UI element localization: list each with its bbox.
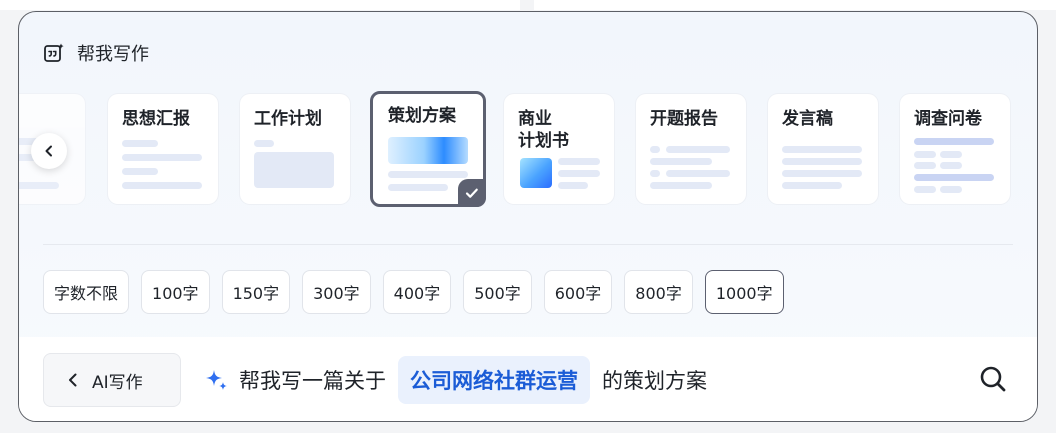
back-button-label: AI写作 [92, 372, 143, 393]
template-card-speech[interactable]: 发言稿 [768, 94, 878, 204]
prompt-bar: AI写作 帮我写一篇关于 公司网络社群运营 的策划方案 [19, 337, 1037, 421]
word-count-150[interactable]: 150字 [221, 270, 291, 314]
prompt-suffix: 的策划方案 [602, 369, 707, 393]
template-label: 策划方案 [388, 106, 456, 126]
section-divider [43, 244, 1013, 245]
topic-input[interactable]: 公司网络社群运营 [398, 356, 590, 404]
panel-title: 帮我写作 [77, 44, 149, 65]
prompt-text: 帮我写一篇关于 公司网络社群运营 的策划方案 [203, 353, 707, 407]
carousel-prev-button[interactable] [31, 133, 67, 169]
search-icon[interactable] [979, 365, 1007, 393]
background-strip [0, 0, 520, 10]
template-card-thought-report[interactable]: 思想汇报 [108, 94, 218, 204]
writing-quote-icon [44, 43, 64, 62]
chevron-left-icon [45, 145, 52, 157]
word-count-options: 字数不限 100字 150字 300字 400字 500字 600字 800字 … [43, 270, 796, 314]
chevron-left-icon [69, 373, 77, 387]
template-label: 工作计划 [254, 109, 322, 129]
selected-badge [458, 179, 486, 207]
ai-writing-back-button[interactable]: AI写作 [43, 353, 181, 407]
background-strip [534, 0, 1056, 10]
template-card-planning-proposal[interactable]: 策划方案 [370, 91, 486, 207]
writing-assistant-panel: 帮我写作 思想汇报 工作计划 策划方案 商业 计划书 开题报告 发言稿 调查问卷… [18, 11, 1038, 422]
template-card-survey[interactable]: 调查问卷 [900, 94, 1010, 204]
template-label: 商业 计划书 [518, 109, 569, 151]
word-count-400[interactable]: 400字 [382, 270, 452, 314]
template-label: 开题报告 [650, 109, 718, 129]
template-label: 思想汇报 [122, 109, 190, 129]
panel-header: 帮我写作 [43, 40, 149, 66]
word-count-unlimited[interactable]: 字数不限 [43, 270, 130, 314]
word-count-300[interactable]: 300字 [302, 270, 371, 314]
word-count-500[interactable]: 500字 [463, 270, 532, 314]
check-icon [465, 188, 478, 198]
prompt-prefix: 帮我写一篇关于 [239, 369, 386, 393]
sparkle-icon [206, 370, 227, 390]
word-count-800[interactable]: 800字 [624, 270, 693, 314]
word-count-600[interactable]: 600字 [543, 270, 613, 314]
template-card-proposal-report[interactable]: 开题报告 [636, 94, 746, 204]
template-carousel: 思想汇报 工作计划 策划方案 商业 计划书 开题报告 发言稿 调查问卷 [19, 91, 1037, 207]
template-card-business-plan[interactable]: 商业 计划书 [504, 94, 614, 204]
template-label: 调查问卷 [914, 109, 982, 129]
word-count-100[interactable]: 100字 [141, 270, 210, 314]
template-card-work-plan[interactable]: 工作计划 [240, 94, 350, 204]
word-count-1000[interactable]: 1000字 [704, 270, 784, 314]
template-label: 发言稿 [782, 109, 833, 129]
